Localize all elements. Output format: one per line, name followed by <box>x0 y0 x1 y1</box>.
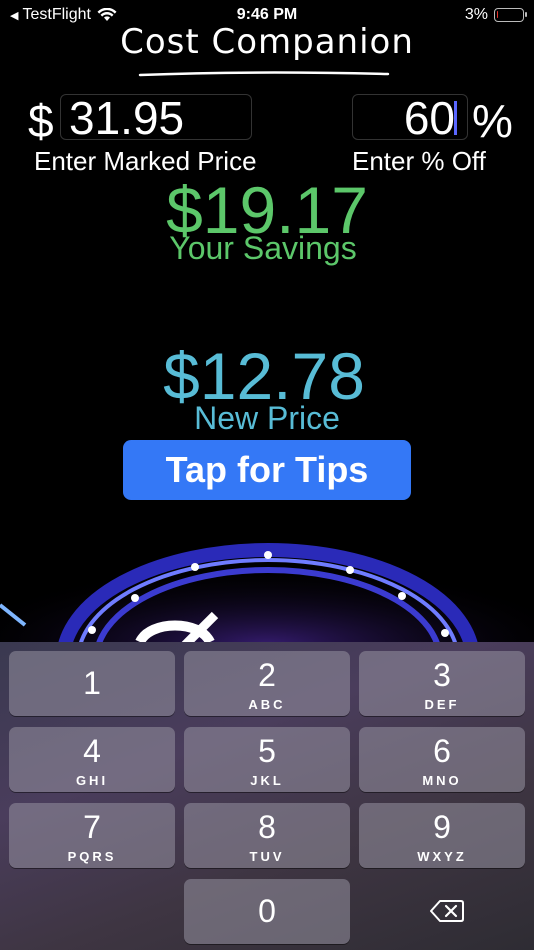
battery-level <box>497 11 498 18</box>
key-8[interactable]: 8 TUV <box>184 803 350 868</box>
key-number: 3 <box>433 657 451 693</box>
tips-button[interactable]: Tap for Tips <box>123 440 411 500</box>
key-4[interactable]: 4 GHI <box>9 727 175 792</box>
key-number: 9 <box>433 809 451 845</box>
key-0[interactable]: 0 <box>184 879 350 944</box>
key-number: 7 <box>83 809 101 845</box>
key-7[interactable]: 7 PQRS <box>9 803 175 868</box>
key-number: 1 <box>83 665 101 701</box>
percent-symbol: % <box>472 95 513 147</box>
key-number: 0 <box>258 893 276 929</box>
key-5[interactable]: 5 JKL <box>184 727 350 792</box>
key-letters: JKL <box>250 773 284 788</box>
key-number: 8 <box>258 809 276 845</box>
key-number: 6 <box>433 733 451 769</box>
price-input[interactable]: 31.95 <box>60 94 252 141</box>
price-value: 31.95 <box>69 92 185 144</box>
key-letters: DEF <box>424 697 460 712</box>
currency-symbol: $ <box>28 95 54 147</box>
key-number: 4 <box>83 733 101 769</box>
key-number: 5 <box>258 733 276 769</box>
key-letters: PQRS <box>67 849 117 864</box>
key-number: 2 <box>258 657 276 693</box>
key-letters: MNO <box>422 773 462 788</box>
discount-ring-illustration <box>0 510 534 645</box>
title-underline <box>138 71 390 77</box>
percent-input[interactable]: 60 <box>352 94 468 141</box>
savings-label: Your Savings <box>169 230 357 266</box>
key-1[interactable]: 1 <box>9 651 175 716</box>
key-6[interactable]: 6 MNO <box>359 727 525 792</box>
key-letters: TUV <box>249 849 285 864</box>
key-2[interactable]: 2 ABC <box>184 651 350 716</box>
backspace-icon[interactable] <box>430 899 464 923</box>
key-letters: ABC <box>248 697 286 712</box>
key-9[interactable]: 9 WXYZ <box>359 803 525 868</box>
new-price-label: New Price <box>194 400 340 436</box>
text-caret <box>454 101 457 135</box>
app-title: Cost Companion <box>120 22 414 62</box>
key-3[interactable]: 3 DEF <box>359 651 525 716</box>
key-letters: WXYZ <box>417 849 467 864</box>
battery-icon <box>494 8 527 22</box>
key-letters: GHI <box>75 773 109 788</box>
percent-value: 60 <box>403 92 455 144</box>
